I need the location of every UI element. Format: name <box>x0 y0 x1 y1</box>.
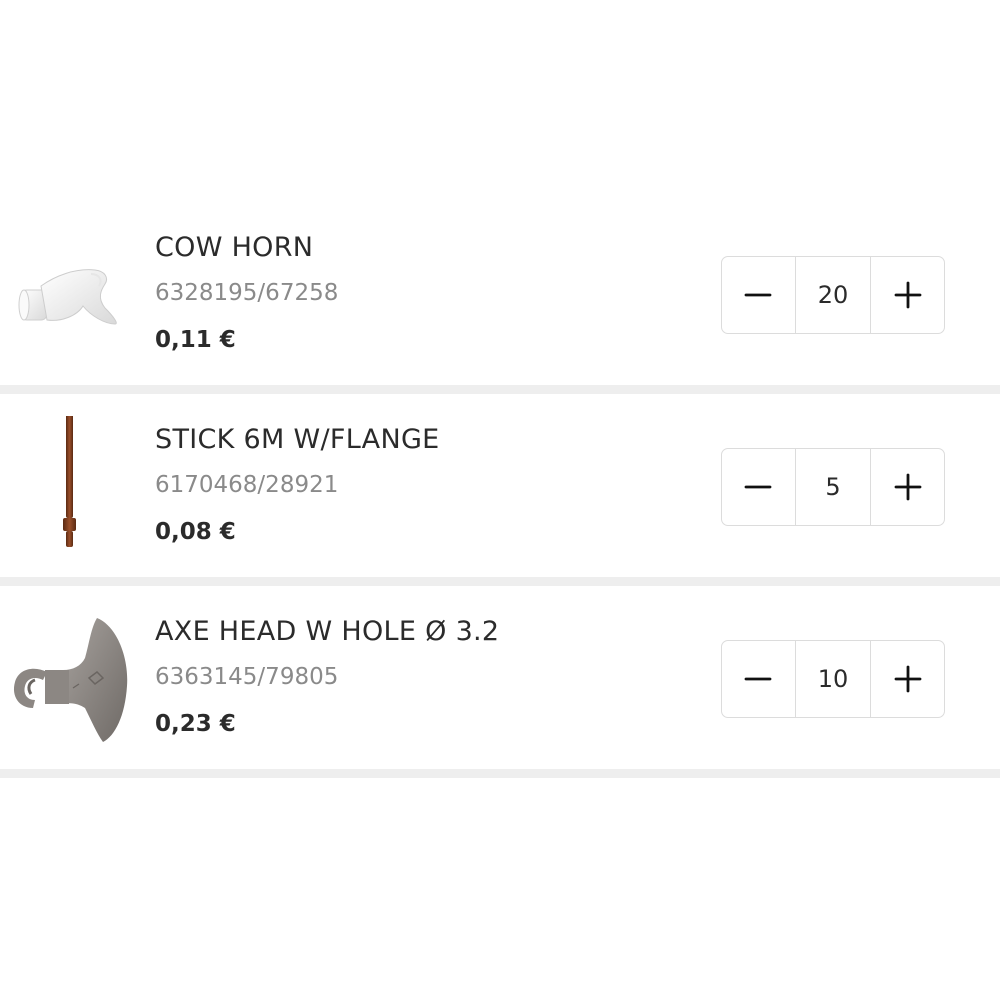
increment-button[interactable] <box>871 641 944 717</box>
quantity-value[interactable]: 20 <box>794 257 872 333</box>
quantity-value[interactable]: 5 <box>794 449 872 525</box>
item-price: 0,23 € <box>155 711 236 737</box>
list-item: AXE HEAD W HOLE Ø 3.2 6363145/79805 0,23… <box>0 586 1000 769</box>
quantity-stepper: 20 <box>721 256 945 334</box>
item-name: COW HORN <box>155 232 314 263</box>
stick-image <box>5 416 135 556</box>
item-price: 0,08 € <box>155 519 236 545</box>
increment-button[interactable] <box>871 257 944 333</box>
minus-icon <box>744 485 772 489</box>
item-sku: 6328195/67258 <box>155 280 339 306</box>
item-info: AXE HEAD W HOLE Ø 3.2 6363145/79805 0,23… <box>155 614 499 739</box>
increment-button[interactable] <box>871 449 944 525</box>
quantity-stepper: 10 <box>721 640 945 718</box>
cow-horn-image <box>5 224 135 364</box>
item-sku: 6170468/28921 <box>155 472 339 498</box>
quantity-stepper: 5 <box>721 448 945 526</box>
minus-icon <box>744 293 772 297</box>
item-info: COW HORN 6328195/67258 0,11 € <box>155 230 338 355</box>
plus-icon <box>894 473 922 501</box>
quantity-value[interactable]: 10 <box>794 641 872 717</box>
decrement-button[interactable] <box>722 641 795 717</box>
decrement-button[interactable] <box>722 449 795 525</box>
plus-icon <box>894 665 922 693</box>
divider <box>0 769 1000 778</box>
product-list: COW HORN 6328195/67258 0,11 € 20 STICK 6… <box>0 202 1000 778</box>
item-sku: 6363145/79805 <box>155 664 339 690</box>
list-item: COW HORN 6328195/67258 0,11 € 20 <box>0 202 1000 385</box>
divider <box>0 577 1000 586</box>
item-name: AXE HEAD W HOLE Ø 3.2 <box>155 616 500 647</box>
list-item: STICK 6M W/FLANGE 6170468/28921 0,08 € 5 <box>0 394 1000 577</box>
divider <box>0 385 1000 394</box>
decrement-button[interactable] <box>722 257 795 333</box>
item-price: 0,11 € <box>155 327 236 353</box>
item-info: STICK 6M W/FLANGE 6170468/28921 0,08 € <box>155 422 440 547</box>
axe-head-image <box>5 608 135 748</box>
minus-icon <box>744 677 772 681</box>
cart-page: COW HORN 6328195/67258 0,11 € 20 STICK 6… <box>0 0 1000 1000</box>
plus-icon <box>894 281 922 309</box>
item-name: STICK 6M W/FLANGE <box>155 424 440 455</box>
